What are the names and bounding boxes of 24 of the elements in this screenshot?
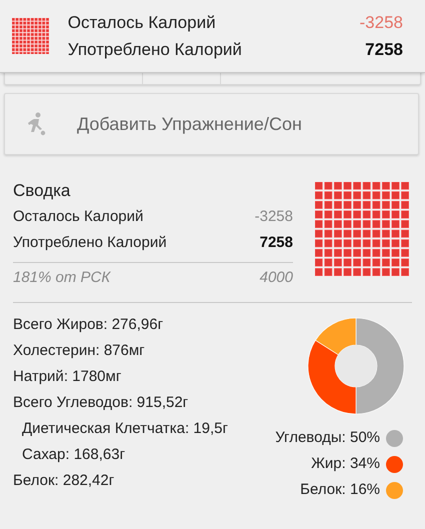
nutrient-text: Холестерин: 876мг [13,340,146,360]
rsk-value: 4000 [260,268,293,288]
nutrient-text: Всего Углеводов: 915,52г [13,392,190,412]
nutrient-text: Сахар: 168,63г [21,444,126,464]
remaining-value: -3258 [360,12,403,34]
legend-label: Жир: 34% [311,454,380,474]
nutrient-text: Всего Жиров: 276,96г [13,314,164,334]
summary-label: Употреблено Калорий [13,233,167,253]
summary-title: Сводка [13,180,72,202]
nutrient-text: Натрий: 1780мг [13,366,122,386]
legend-label: Углеводы: 50% [275,428,380,448]
nutrient-text: Белок: 282,42г [13,470,116,490]
summary-label: Осталось Калорий [13,207,144,227]
legend-label: Белок: 16% [300,480,380,500]
grid-icon [12,18,49,54]
summary-value: -3258 [254,207,293,227]
consumed-value: 7258 [365,39,403,61]
add-exercise-button[interactable]: Добавить Упражнение/Сон [4,93,419,155]
consumed-label: Употреблено Калорий [68,39,242,61]
nutrient-text: Диетическая Клетчатка: 19,5г [21,418,229,438]
running-figure-icon [25,112,47,136]
remaining-label: Осталось Калорий [68,12,216,34]
rsk-percent: 181% от РСК [13,268,110,288]
summary-value: 7258 [260,233,293,253]
